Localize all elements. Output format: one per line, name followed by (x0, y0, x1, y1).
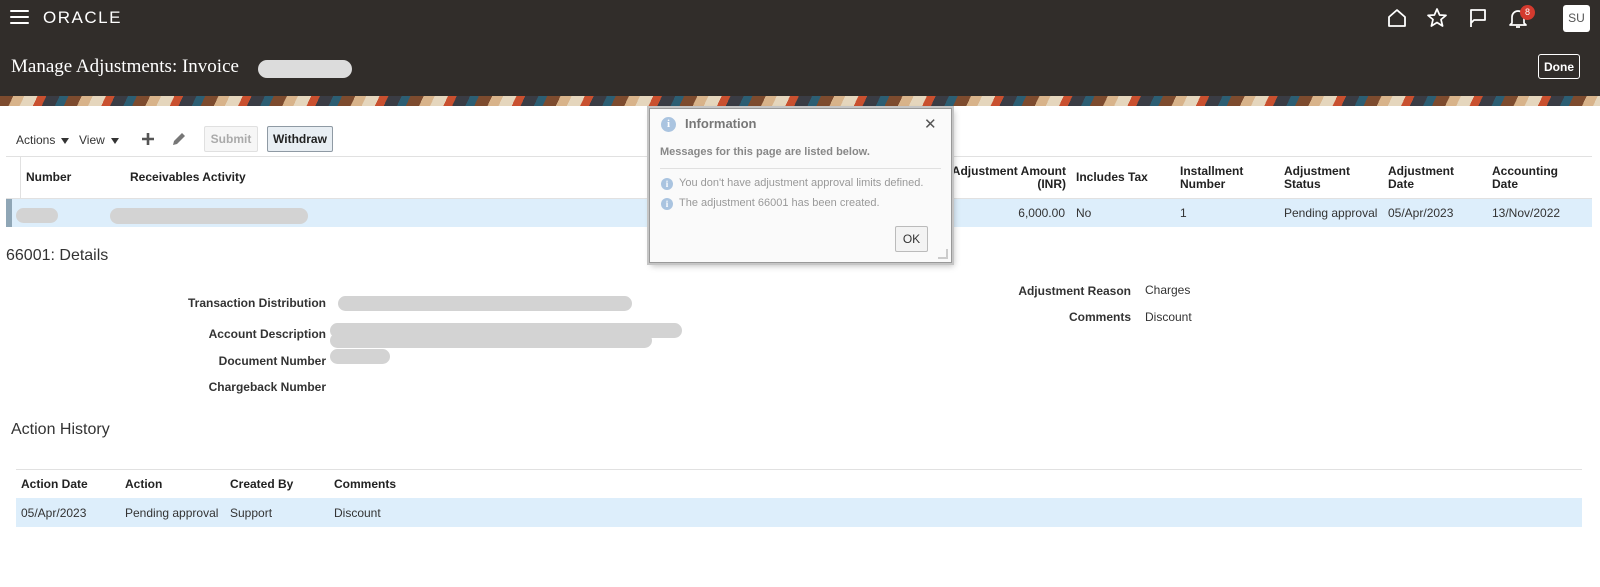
column-header-installment-number[interactable]: Installment Number (1180, 165, 1260, 191)
submit-button[interactable]: Submit (204, 126, 258, 152)
adjustment-reason-value: Charges (1145, 283, 1191, 297)
column-header-adjustment-date[interactable]: Adjustment Date (1388, 165, 1468, 191)
history-table-top-border (16, 469, 1582, 470)
withdraw-button[interactable]: Withdraw (267, 126, 333, 152)
history-header-action[interactable]: Action (125, 478, 162, 491)
oracle-logo: ORACLE (43, 8, 122, 27)
dialog-subtitle: Messages for this page are listed below. (660, 146, 870, 158)
transaction-distribution-label: Transaction Distribution (187, 296, 326, 310)
history-header-comments[interactable]: Comments (334, 478, 396, 491)
row-selection-indicator (6, 199, 12, 227)
done-button[interactable]: Done (1538, 54, 1580, 79)
column-header-number[interactable]: Number (26, 171, 71, 184)
global-header: ORACLE 8 SU (0, 0, 1600, 36)
account-description-label: Account Description (208, 327, 326, 341)
resize-grip-icon[interactable] (938, 249, 948, 259)
dialog-message-1: You don't have adjustment approval limit… (679, 177, 924, 189)
info-icon: i (661, 178, 673, 190)
cell-adjustment-date: 05/Apr/2023 (1388, 206, 1454, 220)
cell-adjustment-status: Pending approval (1284, 206, 1378, 220)
document-number-label: Document Number (218, 354, 326, 368)
redacted-transaction-distribution (338, 296, 632, 311)
redacted-adjustment-number (16, 208, 58, 223)
info-icon: i (661, 117, 676, 132)
info-icon: i (661, 198, 673, 210)
redacted-account-description-line2 (330, 333, 652, 348)
redacted-document-number (330, 349, 390, 364)
actions-menu[interactable]: Actions (16, 133, 70, 147)
history-cell-comments: Discount (334, 506, 381, 520)
cell-installment-number: 1 (1180, 206, 1187, 220)
history-header-action-date[interactable]: Action Date (21, 478, 88, 491)
redacted-receivables-activity (110, 208, 308, 224)
redacted-invoice-number (258, 60, 352, 78)
user-avatar[interactable]: SU (1563, 5, 1590, 32)
view-menu-label: View (79, 133, 105, 147)
comments-label: Comments (1068, 310, 1131, 324)
history-cell-created-by: Support (230, 506, 273, 520)
chevron-down-icon (61, 137, 70, 144)
add-icon[interactable] (139, 130, 157, 148)
cell-adjustment-amount: 6,000.00 (1018, 206, 1065, 220)
column-header-adjustment-amount[interactable]: Adjustment Amount (INR) (945, 165, 1066, 191)
ok-button[interactable]: OK (895, 226, 928, 252)
column-header-accounting-date[interactable]: Accounting Date (1492, 165, 1572, 191)
history-header-created-by[interactable]: Created By (230, 478, 293, 491)
hamburger-menu-icon[interactable] (10, 10, 29, 25)
dialog-message-2: The adjustment 66001 has been created. (679, 197, 880, 209)
page-title: Manage Adjustments: Invoice (11, 56, 239, 77)
action-history-title: Action History (11, 421, 110, 438)
column-header-receivables-activity[interactable]: Receivables Activity (130, 171, 246, 184)
dialog-title: Information (685, 116, 757, 131)
favorites-star-icon[interactable] (1425, 6, 1449, 30)
edit-pencil-icon[interactable] (170, 130, 188, 148)
chevron-down-icon (110, 137, 119, 144)
close-icon[interactable]: ✕ (924, 115, 937, 133)
history-cell-action-date: 05/Apr/2023 (21, 506, 87, 520)
adjustments-toolbar: Actions View Submit Withdraw (0, 126, 700, 156)
adjustment-reason-label: Adjustment Reason (1018, 284, 1131, 298)
chargeback-number-label: Chargeback Number (208, 380, 326, 394)
home-icon[interactable] (1385, 6, 1409, 30)
page-header: Manage Adjustments: Invoice Done (0, 36, 1600, 96)
history-cell-action: Pending approval (125, 506, 219, 520)
column-divider (20, 156, 21, 199)
view-menu[interactable]: View (79, 133, 119, 147)
dialog-divider (660, 168, 941, 169)
notification-count-badge: 8 (1520, 5, 1535, 20)
comments-value: Discount (1145, 310, 1192, 324)
column-header-includes-tax[interactable]: Includes Tax (1076, 171, 1148, 184)
column-header-adjustment-status[interactable]: Adjustment Status (1284, 165, 1364, 191)
information-dialog: i Information ✕ Messages for this page a… (649, 108, 952, 263)
cell-accounting-date: 13/Nov/2022 (1492, 206, 1561, 220)
actions-menu-label: Actions (16, 133, 56, 147)
watchlist-flag-icon[interactable] (1466, 6, 1490, 30)
cell-includes-tax: No (1076, 206, 1092, 220)
decorative-banner (0, 96, 1600, 106)
details-section-title: 66001: Details (6, 247, 109, 264)
